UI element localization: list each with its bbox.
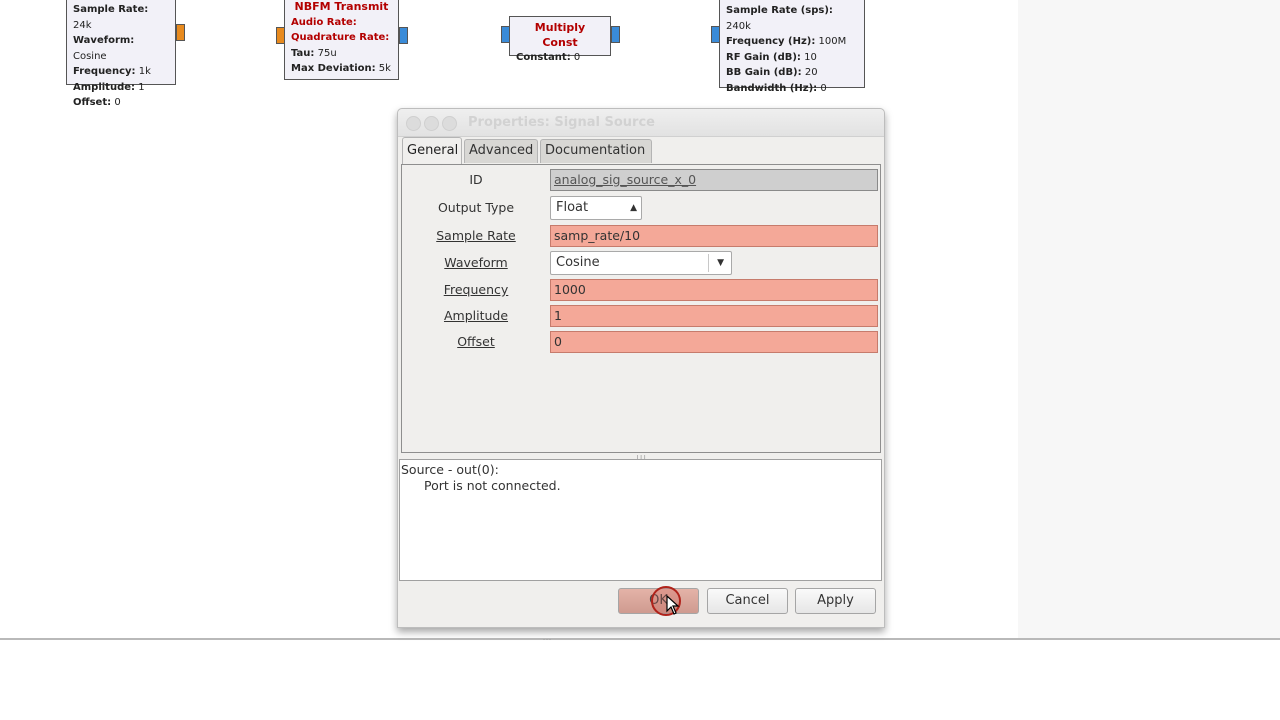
output-type-select[interactable]: Float ▲ [550,196,642,220]
block-signal-source[interactable]: Sample Rate: 24k Waveform: Cosine Freque… [66,0,176,108]
block-param-row: Constant: 0 [516,52,581,63]
param-row-id: ID analog_sig_source_x_0 [402,168,880,192]
param-label: ID [469,172,483,187]
offset-field[interactable]: 0 [550,331,878,353]
block-param-row: Amplitude: 1 [73,81,145,93]
block-param-row: Max Deviation: 5k [291,63,391,74]
block-param-row: Quadrature Rate: [291,32,390,43]
block-param-row: Bandwidth (Hz): 0 [726,82,827,94]
nbfm-out-port[interactable] [399,27,408,44]
waveform-select[interactable]: Cosine ▼ [550,251,732,275]
block-param-row: Offset: 0 [73,97,121,108]
block-title: NBFM Transmit [294,0,389,13]
block-sink[interactable]: Sample Rate (sps): 240k Frequency (Hz): … [719,0,865,94]
sample-rate-field[interactable]: samp_rate/10 [550,225,878,247]
param-label: Waveform [444,255,508,270]
block-param-row: Sample Rate: 24k [73,4,149,31]
spin-arrows-icon: ▲ [630,203,637,213]
mouse-cursor-icon [666,595,680,615]
block-param-row: BB Gain (dB): 20 [726,67,818,78]
block-title: Multiply Const [534,21,586,49]
properties-dialog: Properties: Signal Source General Advanc… [397,108,885,628]
param-label: Frequency [443,282,509,297]
block-param-row: RF Gain (dB): 10 [726,51,817,63]
dialog-title: Properties: Signal Source [468,115,655,130]
block-param-row: Frequency: 1k [73,66,151,77]
block-param-row: Sample Rate (sps): 240k [726,5,833,32]
tab-documentation[interactable]: Documentation [540,139,652,163]
block-multiply-const[interactable]: Multiply Const Constant: 0 [509,16,611,63]
combo-separator [708,254,709,272]
console-line: Port is not connected. [424,478,561,493]
param-row-offset: Offset 0 [402,330,880,354]
dialog-titlebar[interactable]: Properties: Signal Source [398,109,884,137]
error-console: Source - out(0): Port is not connected. [399,459,882,581]
param-row-frequency: Frequency 1000 [402,278,880,302]
param-row-sample-rate: Sample Rate samp_rate/10 [402,224,880,248]
param-label: Amplitude [443,308,509,323]
console-panel [0,640,1280,720]
signal-source-out-port[interactable] [176,24,185,41]
apply-button[interactable]: Apply [795,588,876,614]
id-field[interactable]: analog_sig_source_x_0 [550,169,878,191]
block-nbfm-transmit[interactable]: NBFM Transmit Audio Rate: Quadrature Rat… [284,0,399,80]
block-param-row: Waveform: Cosine [73,35,135,62]
chevron-down-icon: ▼ [717,258,724,268]
tab-advanced[interactable]: Advanced [464,139,538,163]
block-param-row: Audio Rate: [291,16,357,28]
block-param-row: Tau: 75u [291,47,337,59]
minimize-window-icon[interactable] [424,116,439,131]
console-line: Source - out(0): [401,462,499,477]
select-value: Cosine [556,255,600,270]
param-label: Output Type [437,200,515,215]
maximize-window-icon[interactable] [442,116,457,131]
close-window-icon[interactable] [406,116,421,131]
cancel-button[interactable]: Cancel [707,588,788,614]
frequency-field[interactable]: 1000 [550,279,878,301]
general-params-pane: ID analog_sig_source_x_0 Output Type Flo… [401,164,881,453]
select-value: Float [556,200,589,215]
multiply-const-out-port[interactable] [611,26,620,43]
tab-general[interactable]: General [402,137,462,164]
amplitude-field[interactable]: 1 [550,305,878,327]
block-param-row: Frequency (Hz): 100M [726,36,847,47]
right-panel [1018,0,1280,638]
param-row-amplitude: Amplitude 1 [402,304,880,328]
param-label: Sample Rate [436,228,516,243]
param-row-output-type: Output Type Float ▲ [402,196,880,220]
param-label: Offset [457,334,495,349]
param-row-waveform: Waveform Cosine ▼ [402,251,880,275]
